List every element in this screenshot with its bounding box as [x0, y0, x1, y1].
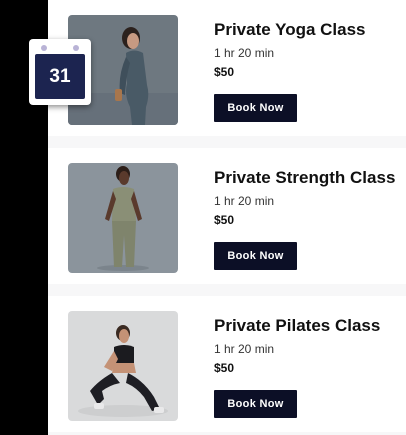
- class-card-pilates: Private Pilates Class 1 hr 20 min $50 Bo…: [48, 296, 406, 432]
- calendar-icon: 31: [29, 39, 91, 105]
- class-list: Private Yoga Class 1 hr 20 min $50 Book …: [48, 0, 406, 435]
- book-now-button[interactable]: Book Now: [214, 94, 297, 122]
- class-price: $50: [214, 213, 235, 227]
- book-now-button[interactable]: Book Now: [214, 390, 297, 418]
- calendar-ring-left: [41, 45, 47, 51]
- calendar-ring-right: [73, 45, 79, 51]
- pilates-class-photo: [68, 311, 178, 421]
- class-card-yoga: Private Yoga Class 1 hr 20 min $50 Book …: [48, 0, 406, 136]
- class-title: Private Strength Class: [214, 168, 396, 187]
- class-duration: 1 hr 20 min: [214, 342, 275, 356]
- class-duration: 1 hr 20 min: [214, 46, 275, 60]
- class-title: Private Yoga Class: [214, 20, 366, 39]
- calendar-day-number: 31: [35, 54, 85, 99]
- strength-class-photo: [68, 163, 178, 273]
- book-now-button[interactable]: Book Now: [214, 242, 297, 270]
- class-duration: 1 hr 20 min: [214, 194, 275, 208]
- class-price: $50: [214, 65, 235, 79]
- class-price: $50: [214, 361, 235, 375]
- class-title: Private Pilates Class: [214, 316, 381, 335]
- class-card-strength: Private Strength Class 1 hr 20 min $50 B…: [48, 148, 406, 284]
